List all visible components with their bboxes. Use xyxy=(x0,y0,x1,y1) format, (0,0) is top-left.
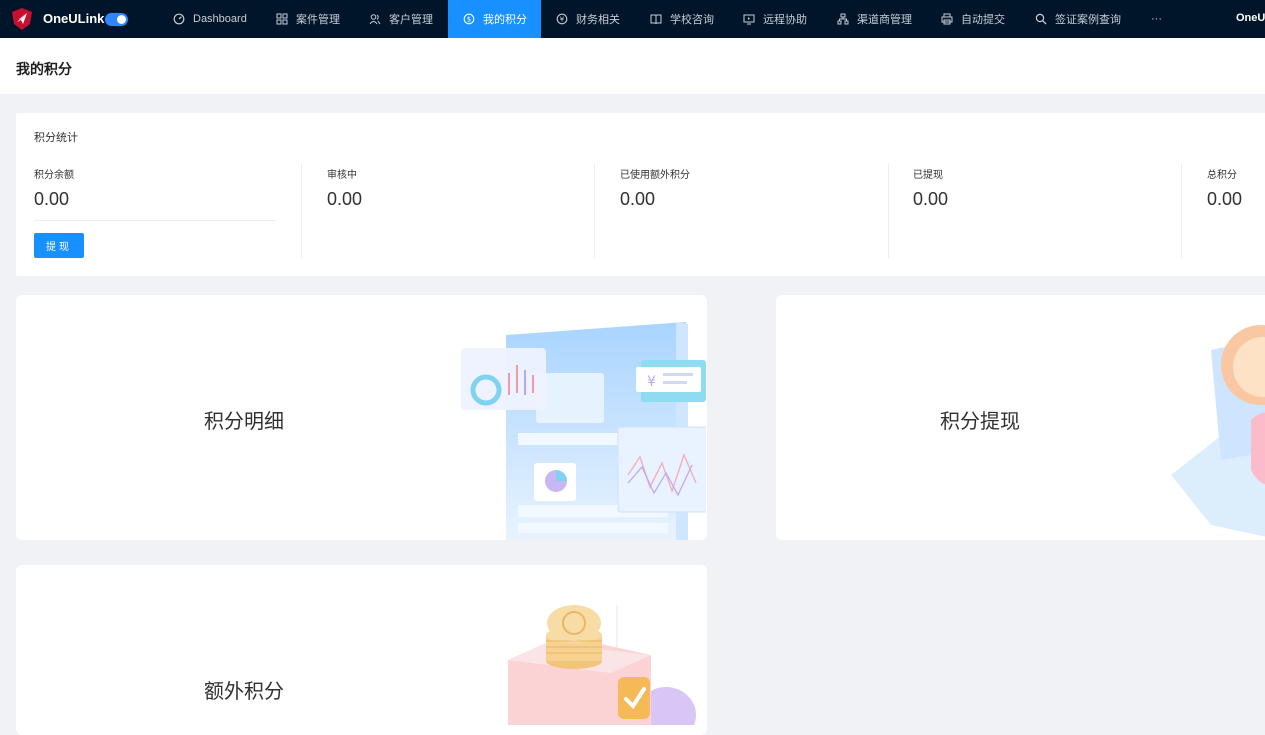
nav-item-visa-case-search[interactable]: 签证案例查询 xyxy=(1035,0,1121,38)
nav-item-label: 自动提交 xyxy=(961,14,1005,26)
search-icon xyxy=(1035,13,1047,25)
more-icon: ··· xyxy=(1151,13,1162,25)
stat-divider xyxy=(594,163,595,258)
nav-item-label: 远程协助 xyxy=(763,14,807,26)
stat-value-under-review: 0.00 xyxy=(327,189,363,209)
nav-item-label: 案件管理 xyxy=(296,14,340,26)
logo-icon xyxy=(12,8,32,30)
stats-title: 积分统计 xyxy=(34,132,78,144)
toggle-knob xyxy=(117,15,126,24)
nav-item-label: 渠道商管理 xyxy=(857,14,912,26)
user-brand-label[interactable]: OneU xyxy=(1236,12,1265,24)
nav-item-label: 学校咨询 xyxy=(670,14,714,26)
nav-item-dashboard[interactable]: Dashboard xyxy=(173,0,247,38)
top-nav: OneULink Dashboard 案件管理 客户管理 $ 我的积分 ¥ 财务… xyxy=(0,0,1265,38)
svg-text:¥: ¥ xyxy=(647,374,656,390)
stat-label-balance: 积分余额 xyxy=(34,170,74,181)
org-icon xyxy=(837,13,849,25)
stat-divider xyxy=(888,163,889,258)
report-illustration-icon: ¥ xyxy=(461,322,706,540)
nav-item-channel-mgmt[interactable]: 渠道商管理 xyxy=(837,0,912,38)
money-icon: ¥ xyxy=(556,13,568,25)
stat-value-extra-used: 0.00 xyxy=(620,189,656,209)
page-header: 我的积分 xyxy=(0,38,1265,94)
coin-icon: $ xyxy=(463,13,475,25)
points-withdraw-tile[interactable]: 积分提现 xyxy=(776,295,1265,540)
nav-item-label: 财务相关 xyxy=(576,14,620,26)
nav-item-remote-assist[interactable]: 远程协助 xyxy=(743,0,807,38)
nav-item-auto-submit[interactable]: 自动提交 xyxy=(941,0,1005,38)
nav-item-cases[interactable]: 案件管理 xyxy=(276,0,340,38)
nav-item-label: 我的积分 xyxy=(483,14,527,26)
nav-more-button[interactable]: ··· xyxy=(1151,0,1162,38)
tile-title: 额外积分 xyxy=(204,681,284,703)
stat-divider-horizontal xyxy=(34,220,276,221)
stat-label-withdrawn: 已提现 xyxy=(913,170,943,181)
stat-divider xyxy=(301,163,302,258)
stat-value-withdrawn: 0.00 xyxy=(913,189,949,209)
grid-icon xyxy=(276,13,288,25)
book-icon xyxy=(650,14,662,25)
page-title: 我的积分 xyxy=(16,61,72,77)
dashboard-icon xyxy=(173,13,185,25)
printer-icon xyxy=(941,13,953,25)
points-detail-tile[interactable]: 积分明细 ¥ xyxy=(16,295,707,540)
nav-item-school-consult[interactable]: 学校咨询 xyxy=(650,0,714,38)
svg-text:¥: ¥ xyxy=(560,16,565,24)
brand-name: OneULink xyxy=(43,11,105,26)
nav-item-finance[interactable]: ¥ 财务相关 xyxy=(556,0,620,38)
theme-toggle[interactable] xyxy=(105,13,128,26)
points-stats-card: 积分统计 积分余额 0.00 提现 审核中 0.00 已使用额外积分 0.00 … xyxy=(16,113,1265,276)
users-icon xyxy=(369,14,381,25)
withdraw-button[interactable]: 提现 xyxy=(34,233,84,258)
stat-label-extra-used: 已使用额外积分 xyxy=(620,170,690,181)
nav-item-customers[interactable]: 客户管理 xyxy=(369,0,433,38)
stat-divider xyxy=(1181,163,1182,258)
nav-item-label: Dashboard xyxy=(193,13,247,25)
extra-points-tile[interactable]: 额外积分 xyxy=(16,565,707,735)
stat-label-total: 总积分 xyxy=(1207,170,1237,181)
tile-title: 积分明细 xyxy=(204,411,284,433)
stat-value-total: 0.00 xyxy=(1207,189,1243,209)
nav-item-label: 签证案例查询 xyxy=(1055,14,1121,26)
nav-item-my-points[interactable]: $ 我的积分 xyxy=(448,0,541,38)
screen-icon xyxy=(743,14,755,25)
stat-label-under-review: 审核中 xyxy=(327,170,357,181)
nav-item-label: 客户管理 xyxy=(389,14,433,26)
coins-illustration-icon xyxy=(508,605,696,725)
tile-title: 积分提现 xyxy=(940,411,1020,433)
svg-text:$: $ xyxy=(467,16,471,24)
stat-value-balance: 0.00 xyxy=(34,189,70,209)
wallet-illustration-icon xyxy=(1171,325,1265,537)
